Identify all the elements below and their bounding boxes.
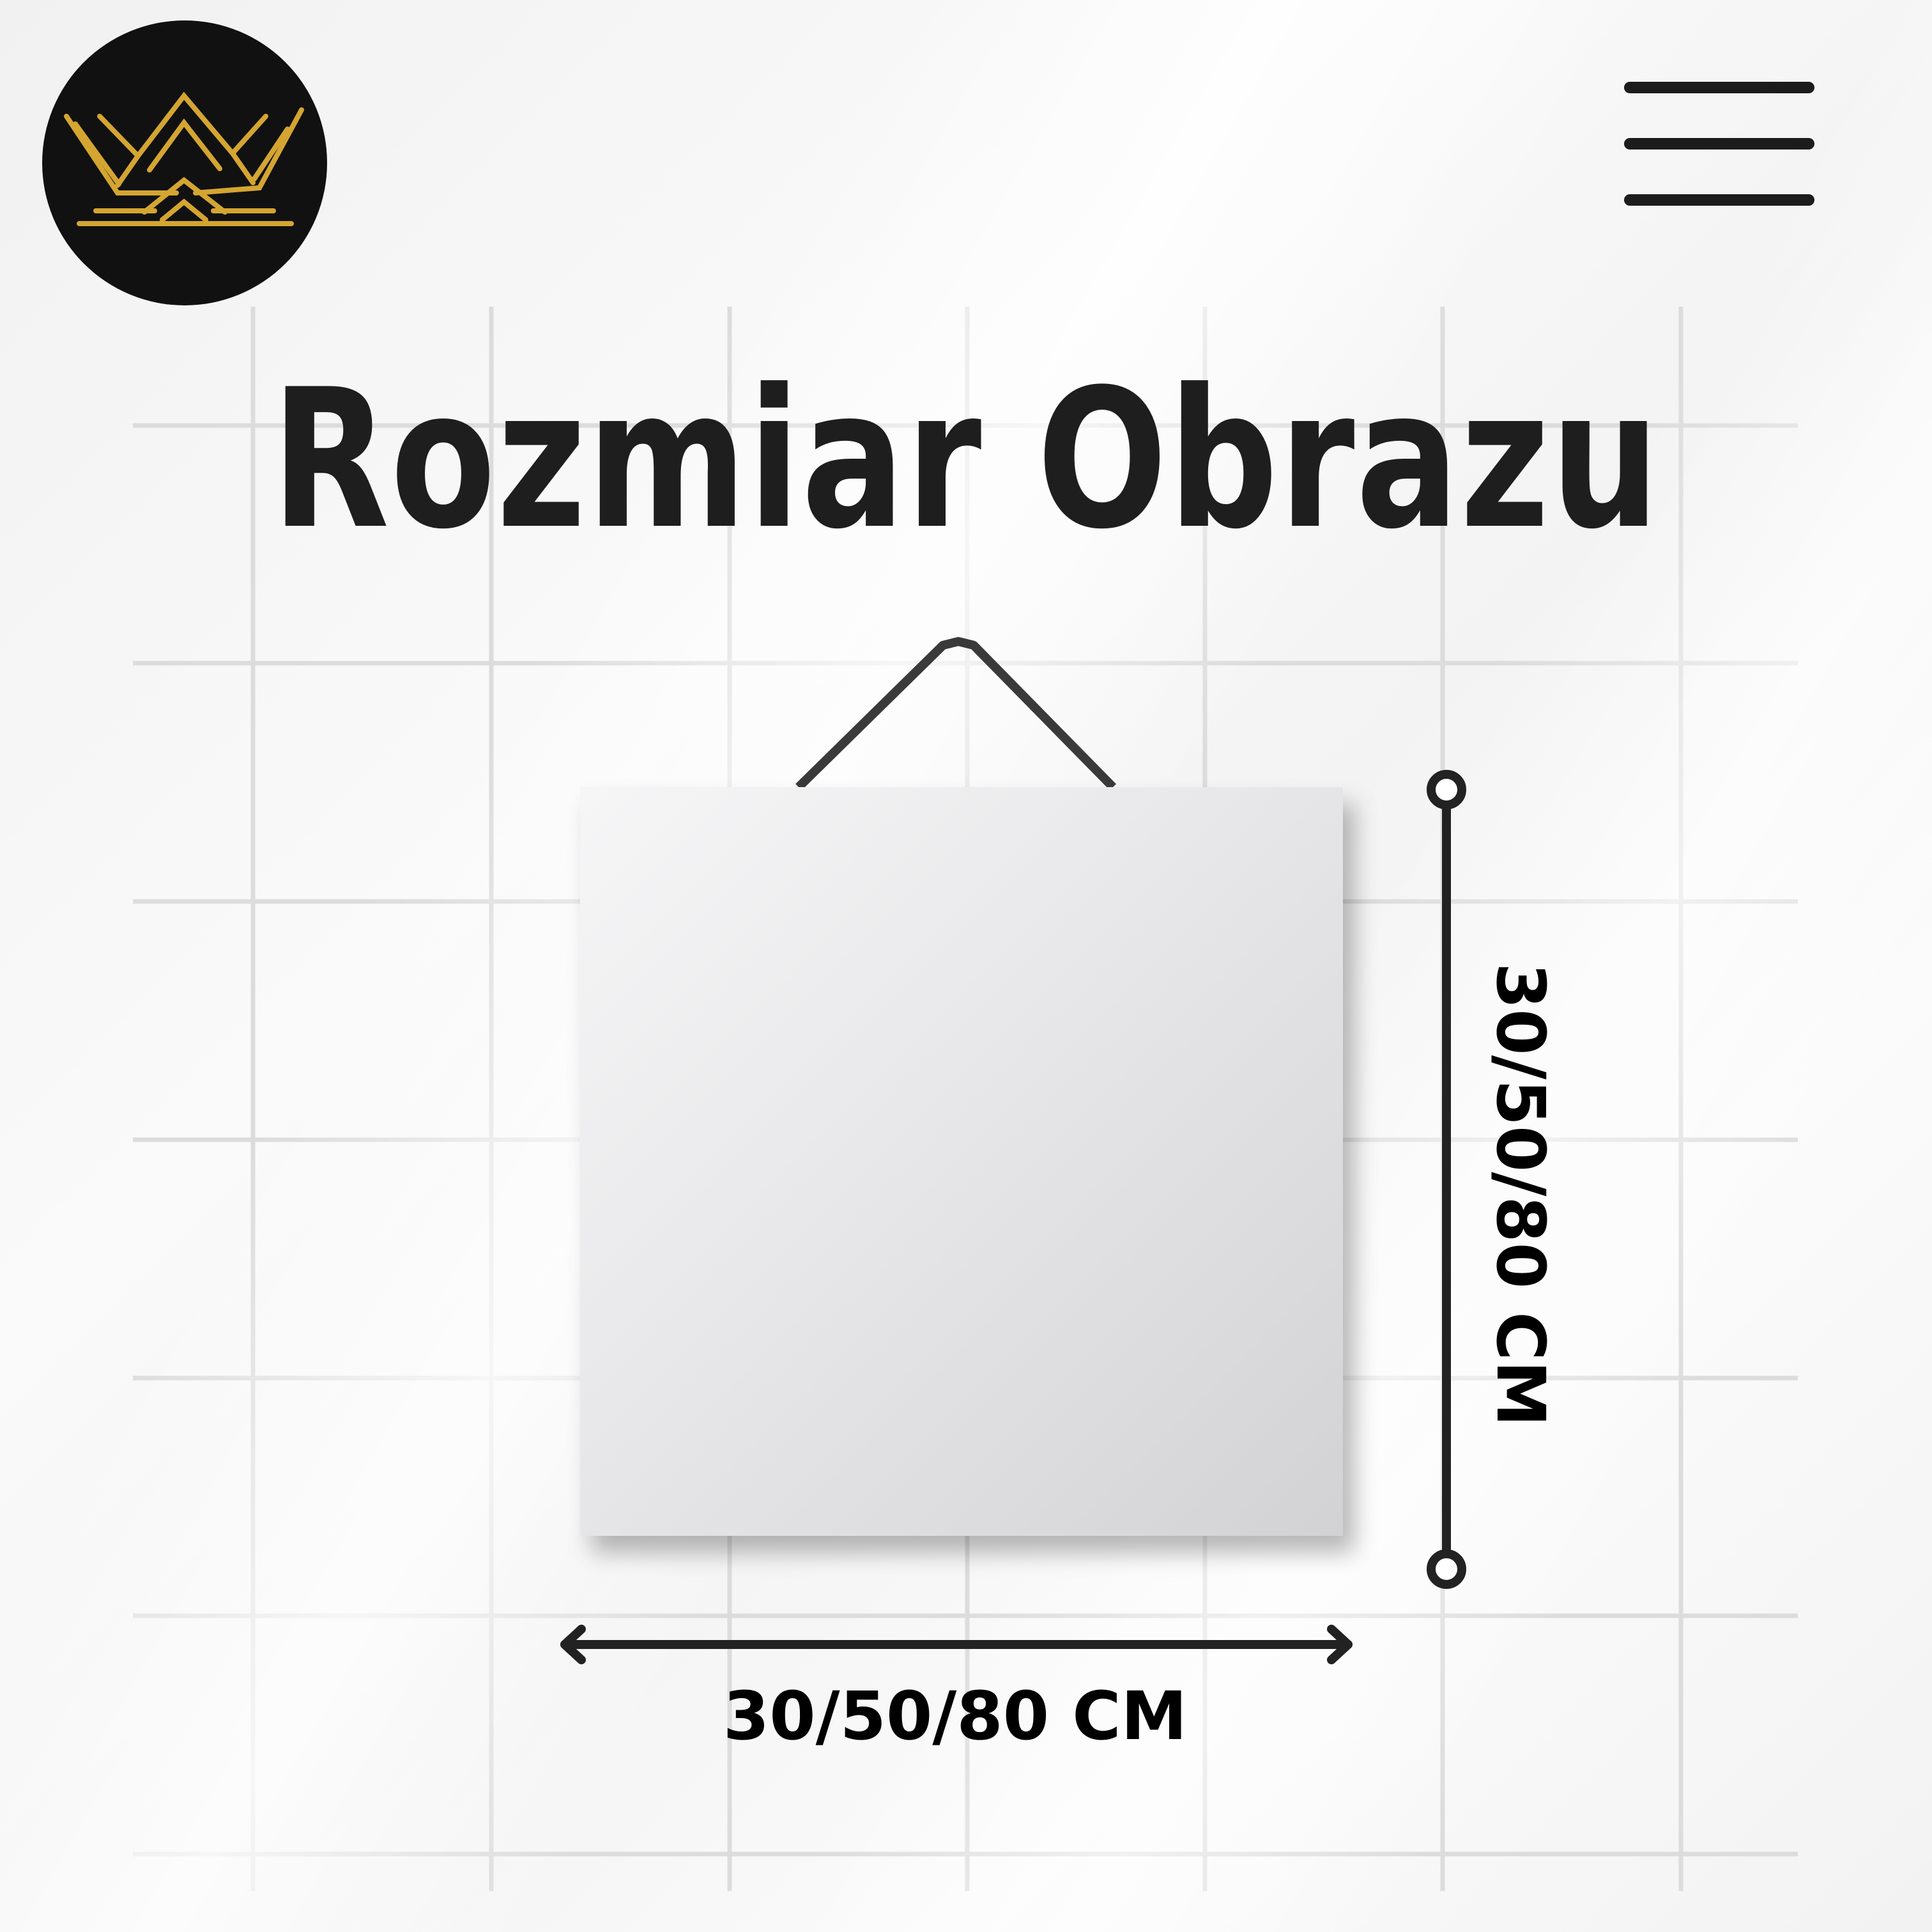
width-dimension-arrow: [560, 1625, 1353, 1664]
height-dimension-label: 30/50/80 CM: [1482, 962, 1560, 1427]
width-dimension-label: 30/50/80 CM: [723, 1677, 1188, 1755]
dimension-markers: [560, 770, 1466, 1664]
product-size-graphic: Rozmiar Obrazu 30/50/80 CM 30/50/80 CM: [0, 0, 1932, 1932]
height-dimension-line: [1427, 770, 1466, 1589]
